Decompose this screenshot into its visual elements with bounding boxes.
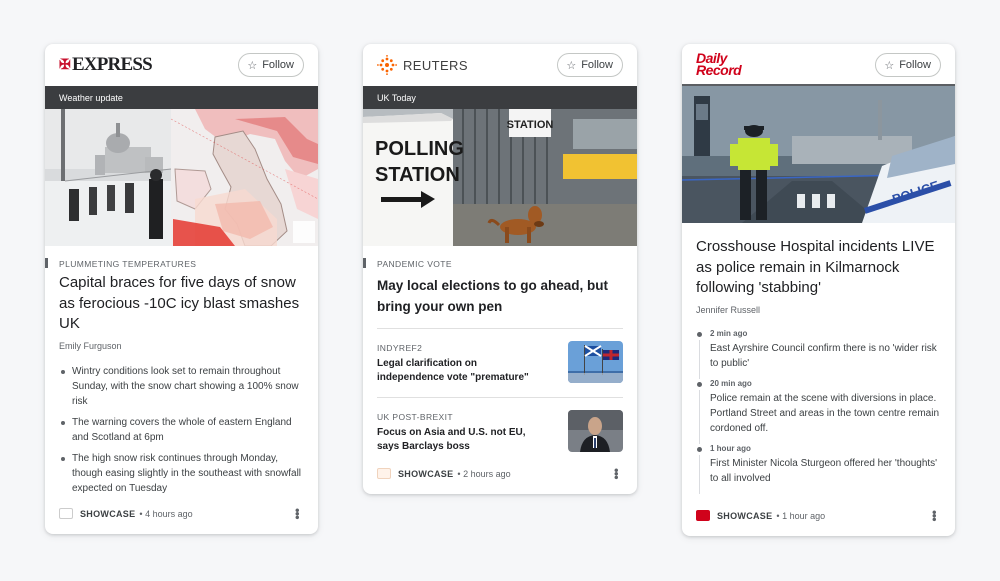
daily-record-icon bbox=[696, 510, 710, 521]
card-footer: SHOWCASE • 4 hours ago ••• bbox=[59, 508, 305, 519]
express-logo[interactable]: ✠ EXPRESS bbox=[59, 54, 153, 76]
story-author: Jennifer Russell bbox=[696, 305, 761, 315]
update-text: First Minister Nicola Sturgeon offered h… bbox=[710, 458, 938, 484]
timeline-dot bbox=[697, 447, 702, 452]
follow-button[interactable]: ☆ Follow bbox=[875, 53, 941, 77]
sub-story[interactable]: INDYREF2 Legal clarification on independ… bbox=[377, 328, 623, 397]
more-vert-icon[interactable]: ••• bbox=[927, 510, 942, 521]
star-icon: ☆ bbox=[884, 59, 895, 72]
timeline-item[interactable]: 1 hour ago First Minister Nicola Sturgeo… bbox=[696, 444, 941, 494]
bullet-item: The high snow risk continues through Mon… bbox=[59, 451, 304, 496]
star-icon: ☆ bbox=[247, 59, 258, 72]
sub-story-kicker: INDYREF2 bbox=[377, 343, 423, 353]
svg-text:STATION: STATION bbox=[375, 164, 460, 186]
story-title[interactable]: Crosshouse Hospital incidents LIVE as po… bbox=[696, 237, 948, 299]
timeline-dot bbox=[697, 332, 702, 337]
card-header: REUTERS ☆ Follow bbox=[363, 44, 637, 86]
showcase-label: SHOWCASE bbox=[717, 510, 773, 521]
more-vert-icon[interactable]: ••• bbox=[290, 508, 305, 519]
story-kicker: PANDEMIC VOTE bbox=[377, 259, 452, 269]
svg-text:STATION: STATION bbox=[507, 119, 554, 131]
update-time: 2 min ago bbox=[710, 329, 748, 338]
snow-scene-image bbox=[45, 109, 318, 246]
sub-story-thumbnail[interactable] bbox=[568, 410, 623, 452]
timeline-item[interactable]: 2 min ago East Ayrshire Council confirm … bbox=[696, 329, 941, 379]
follow-button[interactable]: ☆ Follow bbox=[238, 53, 304, 77]
polling-station-image: STATION POLLING STATION bbox=[363, 109, 637, 246]
update-text: Police remain at the scene with diversio… bbox=[710, 393, 940, 434]
follow-button[interactable]: ☆ Follow bbox=[557, 53, 623, 77]
timeline-line bbox=[699, 390, 700, 444]
kicker-marker bbox=[363, 258, 366, 268]
story-card-express[interactable]: ✠ EXPRESS ☆ Follow Weather update PLUMME… bbox=[45, 44, 318, 534]
reuters-icon bbox=[377, 468, 391, 479]
showcase-label: SHOWCASE bbox=[398, 468, 454, 479]
card-header: ✠ EXPRESS ☆ Follow bbox=[45, 44, 318, 86]
time-ago: 1 hour ago bbox=[782, 510, 826, 521]
daily-record-logo[interactable]: Daily Record bbox=[696, 51, 742, 78]
card-header: Daily Record ☆ Follow bbox=[682, 44, 955, 86]
story-author: Emily Furguson bbox=[59, 341, 122, 351]
section-bar[interactable]: Weather update bbox=[45, 86, 318, 109]
follow-label: Follow bbox=[262, 59, 294, 71]
svg-text:POLLING: POLLING bbox=[375, 138, 464, 160]
bullet-item: The warning covers the whole of eastern … bbox=[59, 415, 304, 445]
express-icon bbox=[59, 508, 73, 519]
story-kicker: PLUMMETING TEMPERATURES bbox=[59, 259, 197, 269]
crusader-icon: ✠ bbox=[59, 57, 71, 73]
summary-bullets: Wintry conditions look set to remain thr… bbox=[45, 364, 318, 502]
sub-story-title[interactable]: Focus on Asia and U.S. not EU, says Barc… bbox=[377, 426, 547, 454]
sub-story-thumbnail[interactable] bbox=[568, 341, 623, 383]
story-image[interactable] bbox=[45, 109, 318, 246]
card-footer: SHOWCASE • 2 hours ago ••• bbox=[377, 468, 624, 479]
showcase-label: SHOWCASE bbox=[80, 508, 136, 519]
live-updates-timeline: 2 min ago East Ayrshire Council confirm … bbox=[696, 329, 941, 494]
more-vert-icon[interactable]: ••• bbox=[609, 468, 624, 479]
star-icon: ☆ bbox=[566, 59, 577, 72]
update-time: 1 hour ago bbox=[710, 444, 751, 453]
story-image[interactable]: STATION POLLING STATION bbox=[363, 109, 637, 246]
bullet-item: Wintry conditions look set to remain thr… bbox=[59, 364, 304, 409]
card-footer: SHOWCASE • 1 hour ago ••• bbox=[696, 510, 942, 521]
time-ago: 2 hours ago bbox=[463, 468, 511, 479]
story-image[interactable]: POLICE bbox=[682, 86, 955, 223]
section-bar[interactable]: UK Today bbox=[363, 86, 637, 109]
story-card-reuters[interactable]: REUTERS ☆ Follow UK Today STATION POLLIN… bbox=[363, 44, 637, 494]
publisher-name: REUTERS bbox=[403, 57, 468, 73]
sub-story-kicker: UK POST-BREXIT bbox=[377, 412, 453, 422]
story-title[interactable]: May local elections to go ahead, but bri… bbox=[377, 276, 623, 317]
reuters-dots-icon bbox=[377, 55, 397, 75]
timeline-line bbox=[699, 455, 700, 494]
reuters-logo[interactable]: REUTERS bbox=[377, 55, 468, 75]
timeline-dot bbox=[697, 382, 702, 387]
section-label: UK Today bbox=[377, 92, 416, 103]
sub-story-title[interactable]: Legal clarification on independence vote… bbox=[377, 357, 547, 385]
story-title[interactable]: Capital braces for five days of snow as … bbox=[59, 273, 309, 335]
update-time: 20 min ago bbox=[710, 379, 752, 388]
timeline-item[interactable]: 20 min ago Police remain at the scene wi… bbox=[696, 379, 941, 444]
time-ago: 4 hours ago bbox=[145, 508, 193, 519]
publisher-name: EXPRESS bbox=[71, 54, 153, 75]
follow-label: Follow bbox=[581, 59, 613, 71]
publisher-name-line2: Record bbox=[696, 62, 742, 78]
follow-label: Follow bbox=[899, 59, 931, 71]
kicker-marker bbox=[45, 258, 48, 268]
police-scene-image: POLICE bbox=[682, 86, 955, 223]
update-text: East Ayrshire Council confirm there is n… bbox=[710, 343, 937, 369]
story-card-daily-record[interactable]: Daily Record ☆ Follow Crosshouse Hospita… bbox=[682, 44, 955, 536]
timeline-line bbox=[699, 340, 700, 379]
sub-story[interactable]: UK POST-BREXIT Focus on Asia and U.S. no… bbox=[377, 397, 623, 465]
section-label: Weather update bbox=[59, 92, 123, 103]
